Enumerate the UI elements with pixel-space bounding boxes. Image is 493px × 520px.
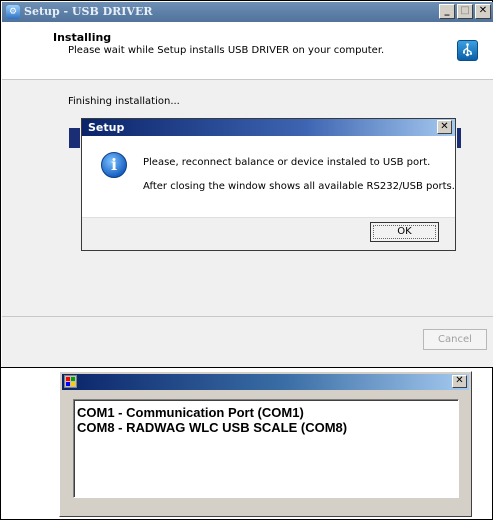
window-controls: _ □ ✕	[439, 4, 491, 20]
maximize-button[interactable]: □	[457, 4, 473, 19]
minimize-button[interactable]: _	[439, 4, 455, 19]
dialog-content: i Please, reconnect balance or device in…	[82, 136, 455, 218]
page-title: Installing	[53, 31, 112, 44]
progress-bar-right	[457, 128, 461, 148]
dialog-title: Setup	[88, 121, 125, 134]
progress-bar-left	[69, 128, 80, 148]
info-icon: i	[101, 152, 127, 178]
setup-dialog: Setup ✕ i Please, reconnect balance or d…	[81, 118, 456, 251]
status-text: Finishing installation...	[68, 96, 180, 107]
app-icon	[64, 375, 77, 388]
setup-title-bar[interactable]: ⚙ Setup - USB DRIVER _ □ ✕	[2, 2, 493, 22]
cancel-button[interactable]: Cancel	[423, 329, 487, 350]
list-item-port-com1[interactable]: COM1 - Communication Port (COM1)	[77, 405, 304, 420]
ok-button[interactable]: OK	[370, 222, 439, 242]
close-button[interactable]: ✕	[475, 4, 491, 19]
ports-list[interactable]: COM1 - Communication Port (COM1) COM8 - …	[73, 399, 459, 498]
ports-title-bar[interactable]: ✕	[62, 374, 469, 390]
usb-icon	[457, 40, 478, 61]
ports-close-button[interactable]: ✕	[452, 375, 467, 388]
dialog-title-bar[interactable]: Setup ✕	[82, 119, 455, 136]
setup-window-title: Setup - USB DRIVER	[24, 5, 153, 18]
dialog-close-button[interactable]: ✕	[437, 120, 452, 134]
dialog-message-line1: Please, reconnect balance or device inst…	[143, 157, 431, 168]
ports-screenshot-frame: ✕ COM1 - Communication Port (COM1) COM8 …	[0, 367, 493, 520]
setup-app-icon: ⚙	[6, 5, 20, 19]
setup-header: Installing Please wait while Setup insta…	[2, 22, 493, 80]
ports-window: ✕ COM1 - Communication Port (COM1) COM8 …	[59, 371, 472, 517]
page-subtitle: Please wait while Setup installs USB DRI…	[68, 45, 385, 56]
list-item-port-com8[interactable]: COM8 - RADWAG WLC USB SCALE (COM8)	[77, 420, 347, 435]
setup-footer: Cancel	[2, 317, 493, 367]
setup-screenshot-frame: ⚙ Setup - USB DRIVER _ □ ✕ Installing Pl…	[0, 0, 493, 368]
dialog-message-line2: After closing the window shows all avail…	[143, 181, 455, 192]
